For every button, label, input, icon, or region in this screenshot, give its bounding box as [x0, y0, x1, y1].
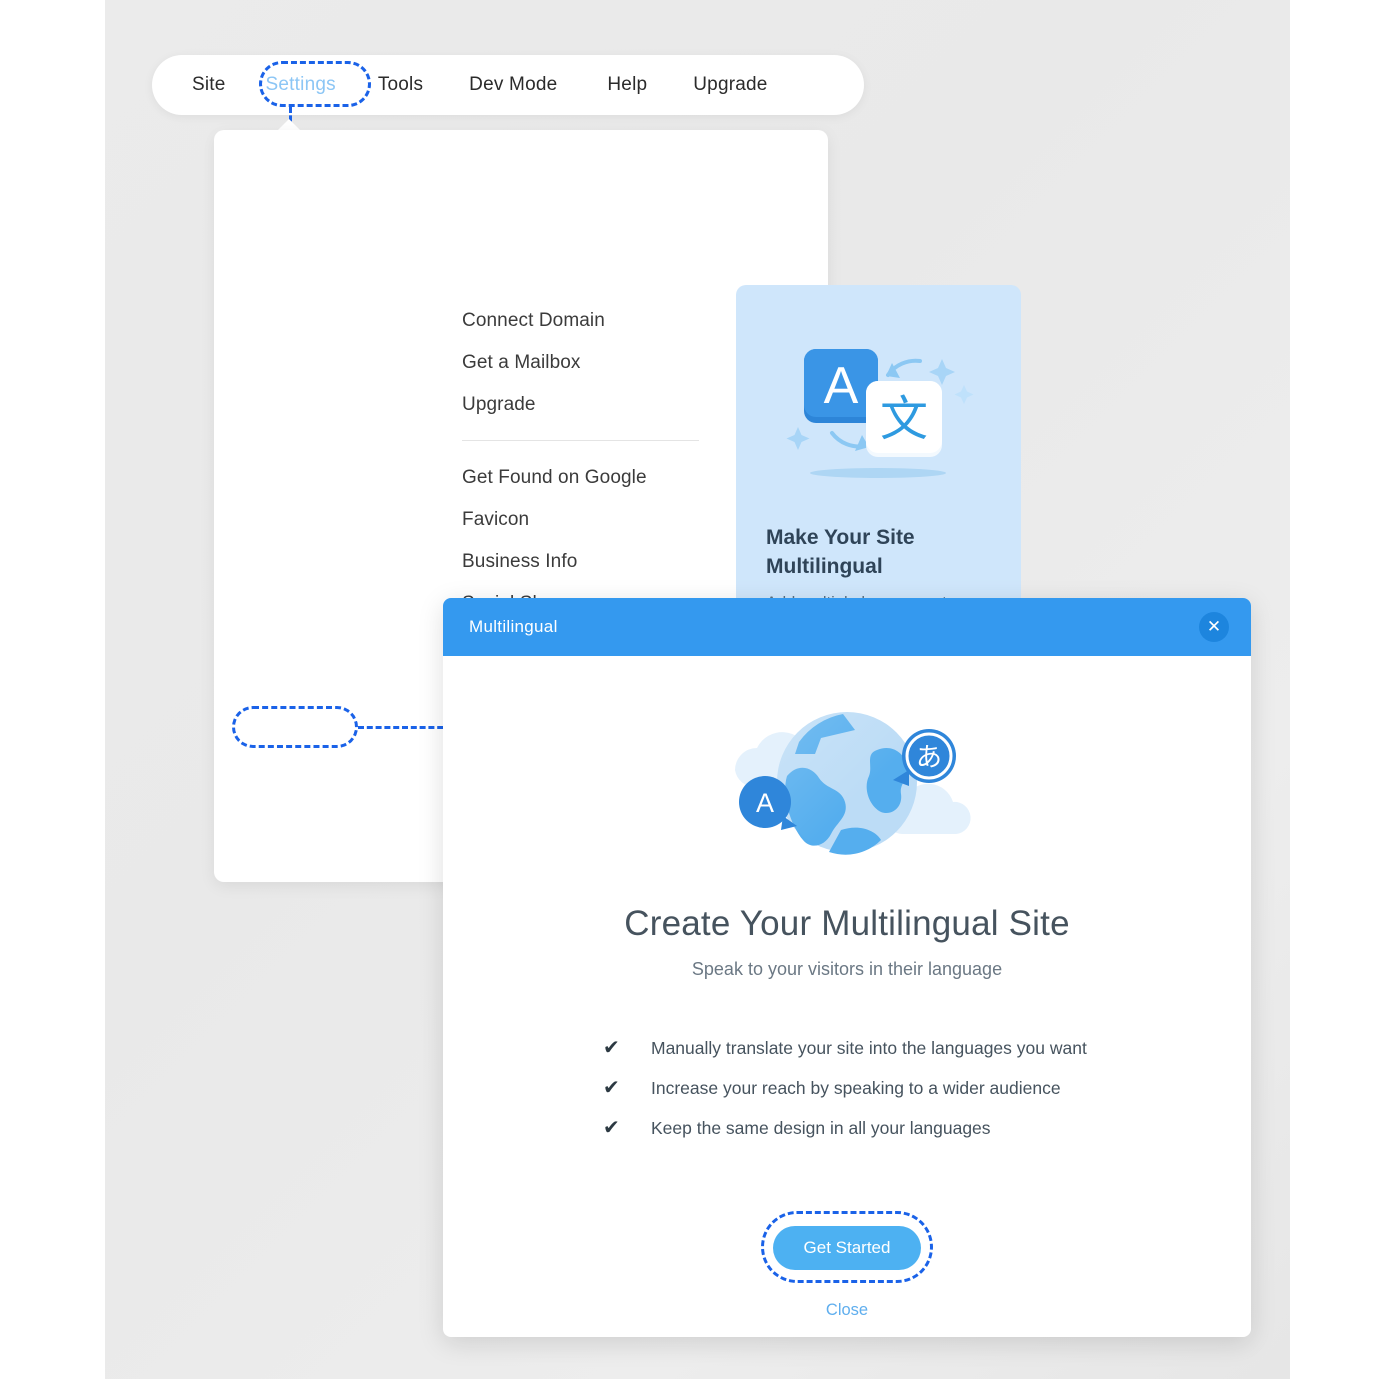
bullet-label: Increase your reach by speaking to a wid… — [651, 1078, 1061, 1098]
list-item: ✔ Increase your reach by speaking to a w… — [603, 1068, 1123, 1108]
menu-item-connect-domain[interactable]: Connect Domain — [462, 300, 722, 342]
svg-text:A: A — [756, 788, 774, 818]
list-item: ✔ Keep the same design in all your langu… — [603, 1108, 1123, 1148]
close-icon[interactable]: ✕ — [1199, 612, 1229, 642]
close-link[interactable]: Close — [443, 1301, 1251, 1320]
nav-item-site[interactable]: Site — [192, 74, 226, 96]
menu-item-business-info[interactable]: Business Info — [462, 541, 722, 583]
nav-item-dev-mode[interactable]: Dev Mode — [469, 74, 557, 96]
check-icon: ✔ — [603, 1117, 620, 1139]
promo-title: Make Your Site Multilingual — [766, 526, 915, 578]
check-icon: ✔ — [603, 1037, 620, 1059]
modal-header: Multilingual ✕ — [443, 598, 1251, 656]
menu-item-get-a-mailbox[interactable]: Get a Mailbox — [462, 342, 722, 384]
multilingual-modal: Multilingual ✕ A あ Create Your Multiling… — [443, 598, 1251, 1337]
menu-divider-1 — [462, 440, 699, 441]
translate-illustration-icon: A 文 — [786, 349, 974, 478]
svg-text:A: A — [824, 357, 859, 415]
modal-title: Multilingual — [469, 617, 558, 636]
feature-bullet-list: ✔ Manually translate your site into the … — [603, 1028, 1123, 1148]
globe-illustration-icon: A あ — [735, 712, 971, 855]
bullet-label: Keep the same design in all your languag… — [651, 1118, 991, 1138]
menu-item-upgrade[interactable]: Upgrade — [462, 384, 722, 426]
modal-subheading: Speak to your visitors in their language — [691, 959, 1003, 979]
nav-item-help[interactable]: Help — [607, 74, 647, 96]
multilingual-highlight-ring — [232, 706, 358, 748]
bullet-label: Manually translate your site into the la… — [651, 1038, 1087, 1058]
svg-text:あ: あ — [916, 742, 942, 772]
menu-item-get-found-on-google[interactable]: Get Found on Google — [462, 457, 722, 499]
modal-heading: Create Your Multilingual Site — [624, 904, 1070, 943]
nav-item-tools[interactable]: Tools — [378, 74, 423, 96]
svg-text:文: 文 — [880, 393, 928, 446]
check-icon: ✔ — [603, 1077, 620, 1099]
list-item: ✔ Manually translate your site into the … — [603, 1028, 1123, 1068]
nav-item-upgrade[interactable]: Upgrade — [693, 74, 767, 96]
menu-item-favicon[interactable]: Favicon — [462, 499, 722, 541]
get-started-button[interactable]: Get Started — [773, 1226, 921, 1270]
settings-highlight-ring — [259, 61, 371, 107]
modal-body: A あ Create Your Multilingual Site Speak … — [443, 656, 1251, 1337]
screenshot-root: Site Settings Tools Dev Mode Help Upgrad… — [0, 0, 1400, 1400]
